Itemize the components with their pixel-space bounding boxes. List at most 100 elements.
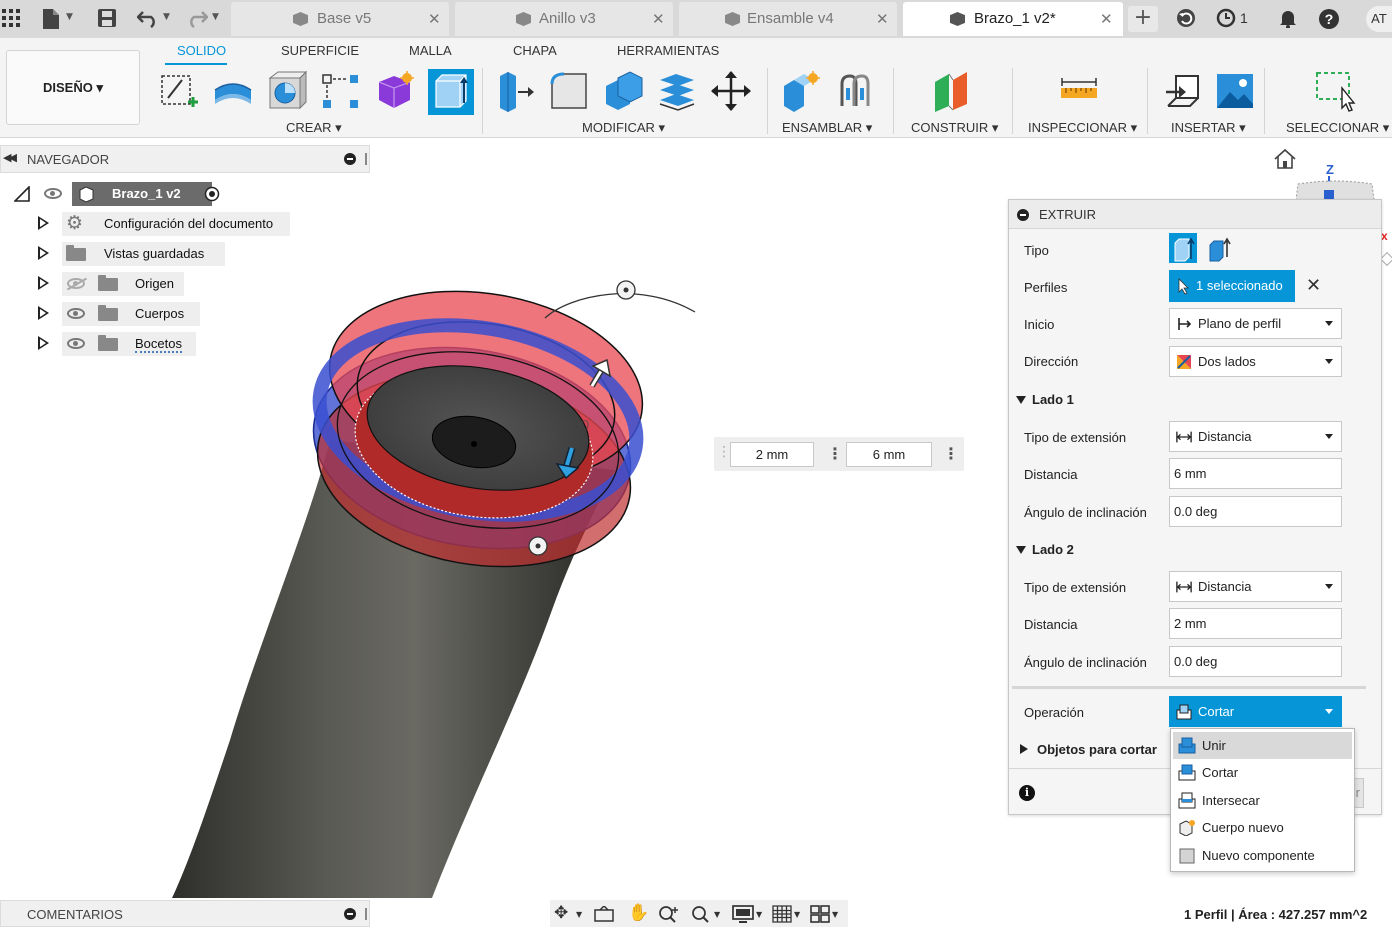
- rectangular-pattern-icon[interactable]: [320, 70, 362, 112]
- collapse-dialog-icon[interactable]: [1017, 209, 1029, 221]
- add-comment-icon[interactable]: [344, 908, 356, 920]
- close-tab-icon[interactable]: ✕: [876, 2, 889, 36]
- tab-herramientas[interactable]: HERRAMIENTAS: [617, 43, 719, 58]
- extrude-type-solid-button[interactable]: [1169, 233, 1197, 263]
- start-select[interactable]: Plano de perfil: [1169, 308, 1342, 339]
- side1-extent-type-select[interactable]: Distancia: [1169, 421, 1342, 452]
- tab-solido[interactable]: SOLIDO: [177, 43, 226, 58]
- tab-malla[interactable]: MALLA: [409, 43, 452, 58]
- operation-option-join[interactable]: Unir: [1173, 732, 1352, 759]
- select-group-label[interactable]: SELECCIONAR ▾: [1286, 120, 1389, 136]
- zoom-icon[interactable]: [658, 905, 680, 923]
- insert-derive-icon[interactable]: [1162, 70, 1204, 112]
- operation-option-cut[interactable]: Cortar: [1173, 759, 1352, 786]
- cut-targets-section-header[interactable]: Objetos para cortar: [1020, 742, 1157, 757]
- create-group-label[interactable]: CREAR ▾: [286, 120, 342, 136]
- close-tab-icon[interactable]: ✕: [1100, 2, 1113, 36]
- document-tab-base[interactable]: Base v5 ✕: [231, 2, 449, 36]
- clock-icon[interactable]: [1215, 8, 1237, 30]
- offset-plane-icon[interactable]: [931, 70, 973, 112]
- operation-option-new-component[interactable]: Nuevo componente: [1173, 842, 1352, 869]
- operation-option-new-body[interactable]: Cuerpo nuevo: [1173, 814, 1352, 841]
- press-pull-icon[interactable]: [494, 70, 536, 112]
- document-tab-ensamble[interactable]: Ensamble v4 ✕: [679, 2, 897, 36]
- viewports-caret[interactable]: ▼: [832, 910, 838, 919]
- orbit-caret[interactable]: ▼: [576, 910, 582, 919]
- user-avatar[interactable]: AT: [1366, 6, 1392, 32]
- tab-chapa[interactable]: CHAPA: [513, 43, 557, 58]
- fillet-icon[interactable]: [548, 70, 590, 112]
- orbit-icon[interactable]: ✥: [554, 904, 568, 923]
- tab-superficie[interactable]: SUPERFICIE: [281, 43, 359, 58]
- side1-section-header[interactable]: Lado 1: [1016, 392, 1074, 407]
- display-settings-icon[interactable]: [732, 905, 754, 923]
- add-tab-icon[interactable]: +: [1128, 6, 1158, 32]
- direction-select[interactable]: Dos lados: [1169, 346, 1342, 377]
- viewport-canvas[interactable]: 2.00: [0, 138, 1010, 898]
- create-sketch-icon[interactable]: [158, 70, 200, 112]
- extrude-dialog-header[interactable]: EXTRUIR: [1009, 200, 1381, 229]
- help-icon[interactable]: ?: [1318, 8, 1340, 30]
- move-icon[interactable]: [710, 70, 752, 112]
- pan-icon[interactable]: ✋: [628, 904, 649, 923]
- grid-icon[interactable]: [0, 8, 22, 30]
- profiles-selection-button[interactable]: 1 seleccionado: [1169, 270, 1295, 302]
- extrude-type-thin-button[interactable]: [1205, 233, 1233, 263]
- joint-icon[interactable]: [834, 70, 876, 112]
- operation-option-intersect[interactable]: Intersecar: [1173, 787, 1352, 814]
- zoom-caret[interactable]: ▼: [714, 910, 720, 919]
- shell-icon[interactable]: [656, 70, 698, 112]
- side2-options-icon[interactable]: ⋮: [827, 444, 843, 463]
- workspace-switcher[interactable]: DISEÑO ▾: [6, 50, 140, 125]
- refresh-icon[interactable]: [1175, 8, 1197, 30]
- document-tab-anillo[interactable]: Anillo v3 ✕: [455, 2, 673, 36]
- side1-options-icon[interactable]: ⋮: [943, 444, 959, 463]
- redo-icon[interactable]: [186, 8, 209, 30]
- modify-group-label[interactable]: MODIFICAR ▾: [582, 120, 665, 136]
- bell-icon[interactable]: [1277, 8, 1299, 30]
- display-caret[interactable]: ▼: [756, 910, 762, 919]
- home-view-icon[interactable]: [1273, 148, 1297, 170]
- undo-menu-caret[interactable]: ▼: [163, 12, 170, 22]
- canvas-image-icon[interactable]: [1214, 70, 1256, 112]
- form-icon[interactable]: [374, 70, 416, 112]
- save-icon[interactable]: [96, 8, 118, 30]
- file-icon[interactable]: [40, 8, 62, 30]
- side1-distance-input[interactable]: 6 mm: [846, 442, 932, 467]
- revolve-icon[interactable]: [266, 70, 308, 112]
- file-menu-caret[interactable]: ▼: [66, 12, 73, 22]
- side2-extent-type-select[interactable]: Distancia: [1169, 571, 1342, 602]
- side2-taper-field[interactable]: 0.0 deg: [1169, 646, 1342, 677]
- operation-select[interactable]: Cortar: [1169, 696, 1342, 727]
- extrude-active-icon[interactable]: [428, 69, 474, 115]
- measure-icon[interactable]: [1058, 70, 1100, 112]
- combine-icon[interactable]: [602, 70, 644, 112]
- close-tab-icon[interactable]: ✕: [428, 2, 441, 36]
- side2-section-header[interactable]: Lado 2: [1016, 542, 1074, 557]
- pin-panel-icon[interactable]: [365, 908, 367, 920]
- viewports-icon[interactable]: [810, 905, 830, 923]
- comments-panel-header[interactable]: COMENTARIOS: [0, 900, 370, 927]
- info-icon[interactable]: i: [1019, 785, 1035, 801]
- drag-grip-icon[interactable]: ⋮: [717, 444, 731, 460]
- assemble-group-label[interactable]: ENSAMBLAR ▾: [782, 120, 872, 136]
- construct-group-label[interactable]: CONSTRUIR ▾: [911, 120, 998, 136]
- document-tab-brazo-active[interactable]: Brazo_1 v2* ✕: [903, 2, 1123, 36]
- undo-icon[interactable]: [136, 8, 159, 30]
- redo-menu-caret[interactable]: ▼: [212, 12, 219, 22]
- fit-icon[interactable]: [690, 905, 712, 923]
- insert-group-label[interactable]: INSERTAR ▾: [1171, 120, 1246, 136]
- select-icon[interactable]: [1314, 70, 1356, 112]
- side2-distance-field[interactable]: 2 mm: [1169, 608, 1342, 639]
- side2-distance-input[interactable]: 2 mm: [730, 442, 814, 467]
- extrude-icon[interactable]: [212, 70, 254, 112]
- side1-taper-field[interactable]: 0.0 deg: [1169, 496, 1342, 527]
- close-tab-icon[interactable]: ✕: [652, 2, 665, 36]
- new-component-icon[interactable]: [780, 70, 822, 112]
- clear-selection-icon[interactable]: ✕: [1306, 275, 1321, 296]
- look-at-icon[interactable]: [594, 906, 614, 922]
- view-cube[interactable]: Z: [1296, 160, 1376, 200]
- grid-caret[interactable]: ▼: [794, 910, 800, 919]
- side1-distance-field[interactable]: 6 mm: [1169, 458, 1342, 489]
- inspect-group-label[interactable]: INSPECCIONAR ▾: [1028, 120, 1137, 136]
